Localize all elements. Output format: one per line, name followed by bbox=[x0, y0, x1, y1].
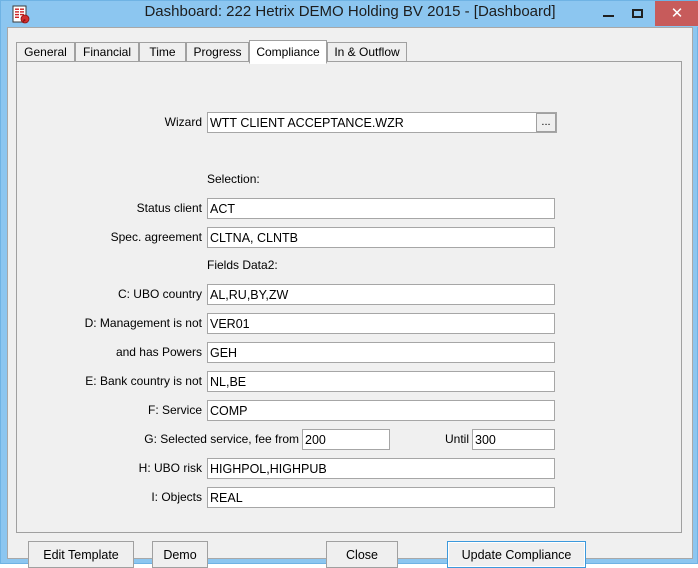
wizard-input[interactable] bbox=[207, 112, 557, 133]
bank-country-is-not-label: E: Bank country is not bbox=[85, 374, 202, 388]
minimize-icon bbox=[603, 15, 614, 17]
compliance-tab-panel: Wizard ... Selection: Status client Spec… bbox=[16, 61, 682, 533]
fee-from-input[interactable] bbox=[302, 429, 390, 450]
service-input[interactable] bbox=[207, 400, 555, 421]
fields-data2-section-header: Fields Data2: bbox=[207, 258, 278, 272]
ubo-country-input[interactable] bbox=[207, 284, 555, 305]
application-window: Dashboard: 222 Hetrix DEMO Holding BV 20… bbox=[0, 0, 698, 568]
management-is-not-label: D: Management is not bbox=[84, 316, 202, 330]
tab-time[interactable]: Time bbox=[139, 42, 186, 62]
fee-until-input[interactable] bbox=[472, 429, 555, 450]
tab-compliance[interactable]: Compliance bbox=[249, 40, 327, 64]
wizard-label: Wizard bbox=[164, 115, 202, 129]
service-label: F: Service bbox=[147, 403, 202, 417]
until-label: Until bbox=[444, 432, 469, 446]
wizard-browse-button[interactable]: ... bbox=[536, 113, 556, 132]
status-client-row: Status client bbox=[17, 198, 683, 220]
close-window-button[interactable]: ✕ bbox=[655, 1, 698, 26]
close-icon: ✕ bbox=[670, 5, 684, 22]
title-bar: Dashboard: 222 Hetrix DEMO Holding BV 20… bbox=[1, 1, 698, 27]
objects-input[interactable] bbox=[207, 487, 555, 508]
service-row: F: Service bbox=[17, 400, 683, 422]
selection-section-header: Selection: bbox=[207, 172, 260, 186]
spec-agreement-label: Spec. agreement bbox=[110, 230, 202, 244]
bank-country-is-not-input[interactable] bbox=[207, 371, 555, 392]
status-client-label: Status client bbox=[136, 201, 202, 215]
management-is-not-row: D: Management is not bbox=[17, 313, 683, 335]
selected-service-fee-row: G: Selected service, fee from Until bbox=[17, 429, 683, 451]
objects-label: I: Objects bbox=[151, 490, 202, 504]
ubo-risk-label: H: UBO risk bbox=[138, 461, 202, 475]
spec-agreement-input[interactable] bbox=[207, 227, 555, 248]
maximize-icon bbox=[632, 9, 643, 18]
selected-service-fee-label: G: Selected service, fee from bbox=[144, 432, 299, 446]
has-powers-row: and has Powers bbox=[17, 342, 683, 364]
bank-country-is-not-row: E: Bank country is not bbox=[17, 371, 683, 393]
minimize-button[interactable] bbox=[593, 1, 623, 26]
status-client-input[interactable] bbox=[207, 198, 555, 219]
tab-in-outflow[interactable]: In & Outflow bbox=[327, 42, 407, 62]
wizard-row: Wizard ... bbox=[17, 112, 683, 134]
client-area: General Financial Time Progress Complian… bbox=[7, 27, 693, 568]
tab-general[interactable]: General bbox=[16, 42, 75, 62]
has-powers-label: and has Powers bbox=[115, 345, 202, 359]
objects-row: I: Objects bbox=[17, 487, 683, 509]
spec-agreement-row: Spec. agreement bbox=[17, 227, 683, 249]
ubo-risk-row: H: UBO risk bbox=[17, 458, 683, 480]
maximize-button[interactable] bbox=[623, 1, 653, 26]
management-is-not-input[interactable] bbox=[207, 313, 555, 334]
has-powers-input[interactable] bbox=[207, 342, 555, 363]
tab-financial[interactable]: Financial bbox=[75, 42, 139, 62]
ubo-country-label: C: UBO country bbox=[117, 287, 202, 301]
ubo-country-row: C: UBO country bbox=[17, 284, 683, 306]
ubo-risk-input[interactable] bbox=[207, 458, 555, 479]
tab-progress[interactable]: Progress bbox=[186, 42, 249, 62]
